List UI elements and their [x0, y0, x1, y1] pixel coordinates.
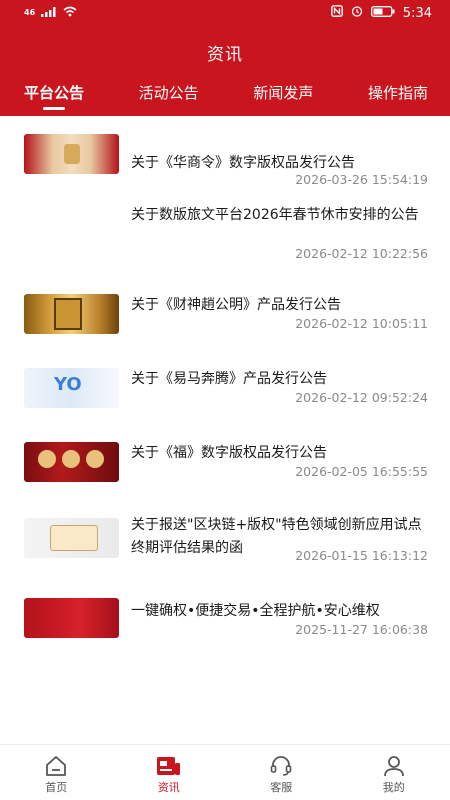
- news-thumbnail: [24, 518, 119, 558]
- signal-icon: [41, 6, 57, 20]
- nav-label: 资讯: [157, 781, 180, 794]
- tab-label: 平台公告: [24, 84, 85, 102]
- tab-label: 操作指南: [367, 84, 428, 102]
- news-title: 一键确权•便捷交易•全程护航•安心维权: [131, 603, 380, 619]
- news-title: 关于数版旅文平台2026年春节休市安排的公告: [131, 207, 419, 223]
- news-time: 2026-02-12 09:52:24: [295, 390, 428, 405]
- news-icon: [129, 755, 209, 777]
- news-title: 关于《财神趙公明》产品发行公告: [131, 297, 341, 313]
- category-tabs: 平台公告 活动公告 新闻发声 操作指南: [0, 78, 450, 114]
- tab-platform-announcements[interactable]: 平台公告: [24, 78, 84, 114]
- news-time: 2026-03-26 15:54:19: [295, 172, 428, 187]
- news-item[interactable]: YO 关于《易马奔腾》产品发行公告 2026-02-12 09:52:24: [0, 366, 450, 412]
- status-bar: 46 5:34: [0, 0, 450, 28]
- tab-news-releases[interactable]: 新闻发声: [253, 78, 313, 114]
- nav-home[interactable]: 首页: [16, 745, 96, 800]
- home-icon: [16, 755, 96, 777]
- tab-operation-guide[interactable]: 操作指南: [368, 78, 428, 114]
- nav-label: 我的: [382, 781, 405, 794]
- news-title: 关于《易马奔腾》产品发行公告: [131, 371, 327, 387]
- app-header: 46 5:34 资讯 平台公告 活动公告 新闻发声 操作指南: [0, 0, 450, 116]
- news-item[interactable]: 关于《财神趙公明》产品发行公告 2026-02-12 10:05:11: [0, 292, 450, 338]
- nav-news[interactable]: 资讯: [129, 745, 209, 800]
- nfc-icon: [330, 5, 343, 21]
- news-time: 2025-11-27 16:06:38: [295, 622, 428, 637]
- headset-icon: [241, 755, 321, 777]
- bottom-navigation: 首页 资讯 客服 我的: [0, 744, 450, 800]
- active-tab-indicator: [43, 107, 65, 110]
- news-item[interactable]: 关于数版旅文平台2026年春节休市安排的公告 2026-02-12 10:22:…: [0, 204, 450, 268]
- news-item[interactable]: 一键确权•便捷交易•全程护航•安心维权 2025-11-27 16:06:38: [0, 598, 450, 644]
- tab-event-announcements[interactable]: 活动公告: [139, 78, 199, 114]
- user-icon: [354, 755, 434, 777]
- news-item[interactable]: 关于《福》数字版权品发行公告 2026-02-05 16:55:55: [0, 440, 450, 486]
- news-thumbnail: [24, 134, 119, 174]
- nav-label: 首页: [45, 781, 68, 794]
- news-item[interactable]: 关于《华商令》数字版权品发行公告 2026-03-26 15:54:19: [0, 132, 450, 187]
- news-item[interactable]: 关于报送"区块链+版权"特色领域创新应用试点终期评估结果的函 2026-01-1…: [0, 514, 450, 578]
- page-title: 资讯: [207, 45, 243, 65]
- battery-icon: [370, 5, 395, 21]
- news-thumbnail: [24, 442, 119, 482]
- news-thumbnail: YO: [24, 368, 119, 408]
- nav-customer-service[interactable]: 客服: [241, 745, 321, 800]
- tab-label: 活动公告: [138, 84, 199, 102]
- clock-time: 5:34: [402, 5, 432, 21]
- news-time: 2026-02-12 10:22:56: [295, 246, 428, 261]
- nav-profile[interactable]: 我的: [354, 745, 434, 800]
- news-title: 关于《福》数字版权品发行公告: [131, 445, 327, 461]
- news-time: 2026-02-12 10:05:11: [295, 316, 428, 331]
- news-thumbnail: [24, 294, 119, 334]
- news-time: 2026-01-15 16:13:12: [295, 548, 428, 563]
- alarm-icon: [351, 5, 363, 21]
- wifi-icon: [63, 6, 77, 20]
- nav-label: 客服: [270, 781, 293, 794]
- news-time: 2026-02-05 16:55:55: [295, 464, 428, 479]
- network-type: 46: [24, 8, 36, 17]
- news-thumbnail: [24, 598, 119, 638]
- tab-label: 新闻发声: [253, 84, 314, 102]
